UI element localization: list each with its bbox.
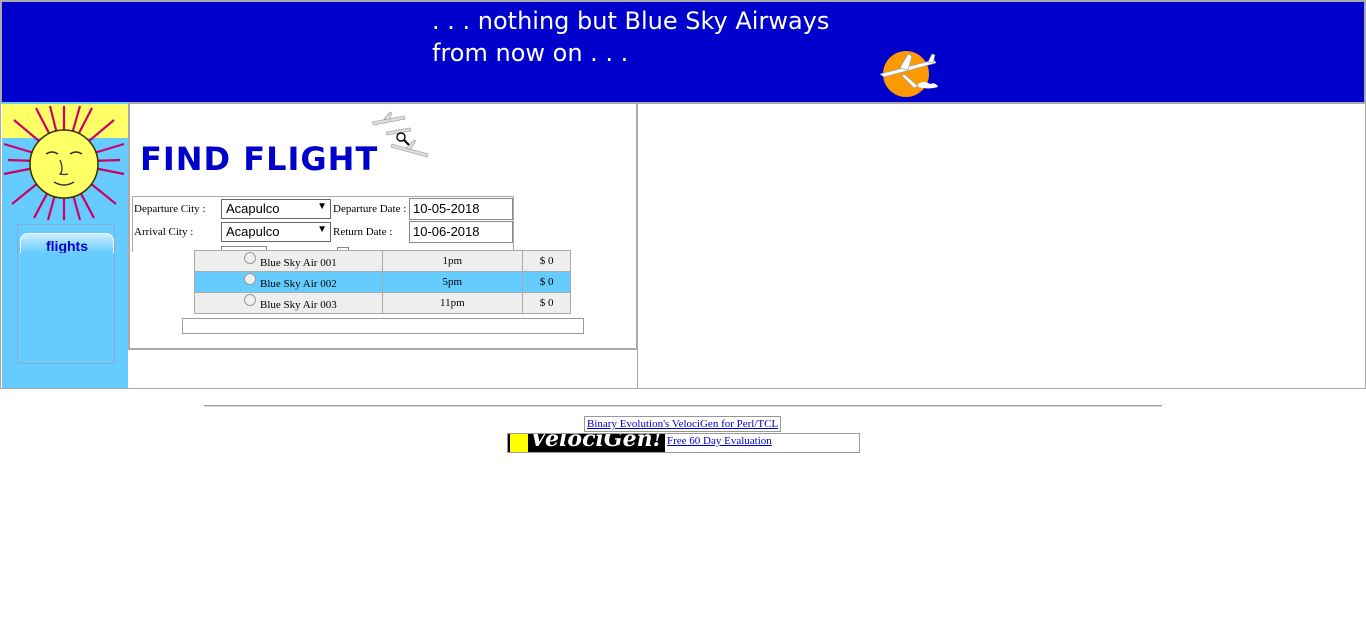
departure-date-label: Departure Date : [333,203,407,215]
table-row[interactable]: Blue Sky Air 002 5pm $ 0 [194,271,571,293]
header-banner: . . . nothing but Blue Sky Airways from … [0,0,1366,104]
nav-panel: flights [17,224,115,364]
flight-time: 1pm [381,250,524,272]
flight-radio[interactable] [244,273,256,285]
departure-city-select[interactable]: Acapulco ▼ [221,199,331,219]
main-row: flights FIND FLIGHT Departure City : Aca… [0,102,1366,389]
flight-name-cell: Blue Sky Air 001 [194,250,383,272]
arrival-city-value: Acapulco [226,224,280,239]
flight-price: $ 0 [522,250,571,272]
flight-time: 11pm [381,292,524,314]
flight-name: Blue Sky Air 002 [260,278,337,290]
return-date-label: Return Date : [333,226,393,238]
velocigen-logo[interactable]: VelociGen! [508,434,665,452]
flight-price: $ 0 [522,292,571,314]
velocigen-link[interactable]: Binary Evolution's VelociGen for Perl/TC… [584,416,782,432]
flight-name: Blue Sky Air 001 [260,257,337,269]
airplane-sun-logo [879,51,938,97]
planes-magnifier-icon [371,111,429,158]
flight-name: Blue Sky Air 003 [260,299,337,311]
nav-flights-button[interactable]: flights [20,233,114,253]
flight-name-cell: Blue Sky Air 003 [194,292,383,314]
arrival-city-select[interactable]: Acapulco ▼ [221,222,331,242]
flight-radio[interactable] [244,294,256,306]
flight-name-cell: Blue Sky Air 002 [194,271,383,293]
dropdown-arrow-icon: ▼ [317,201,327,212]
sidebar: flights [2,102,128,388]
free-evaluation-link[interactable]: Free 60 Day Evaluation [667,435,772,447]
search-form: Departure City : Acapulco ▼ Departure Da… [132,196,514,252]
flight-price: $ 0 [522,271,571,293]
divider [204,405,1162,407]
table-row[interactable]: Blue Sky Air 003 11pm $ 0 [194,292,571,314]
content-bottom [128,350,638,388]
flight-results-table: Blue Sky Air 001 1pm $ 0 Blue Sky Air 00… [194,250,571,314]
tagline-line-1: . . . nothing but Blue Sky Airways [432,7,830,35]
tagline: . . . nothing but Blue Sky Airways from … [432,5,829,69]
arrival-city-label: Arrival City : [134,226,194,238]
departure-city-label: Departure City : [134,203,206,215]
flight-radio[interactable] [244,252,256,264]
velocigen-ad: VelociGen! Free 60 Day Evaluation [507,433,860,453]
powered-by-badge [510,434,528,452]
dropdown-arrow-icon: ▼ [317,224,327,235]
departure-date-input[interactable]: 10-05-2018 [409,198,513,220]
flight-time: 5pm [381,271,524,293]
page-title: FIND FLIGHT [140,140,379,178]
return-date-input[interactable]: 10-06-2018 [409,221,513,243]
velocigen-logo-text: VelociGen! [530,434,663,452]
find-flight-frame: FIND FLIGHT Departure City : Acapulco ▼ … [128,102,638,350]
sun-face-icon [2,104,128,221]
departure-city-value: Acapulco [226,201,280,216]
table-row[interactable]: Blue Sky Air 001 1pm $ 0 [194,250,571,272]
tagline-line-2: from now on . . . [432,39,629,67]
empty-box [182,318,584,334]
